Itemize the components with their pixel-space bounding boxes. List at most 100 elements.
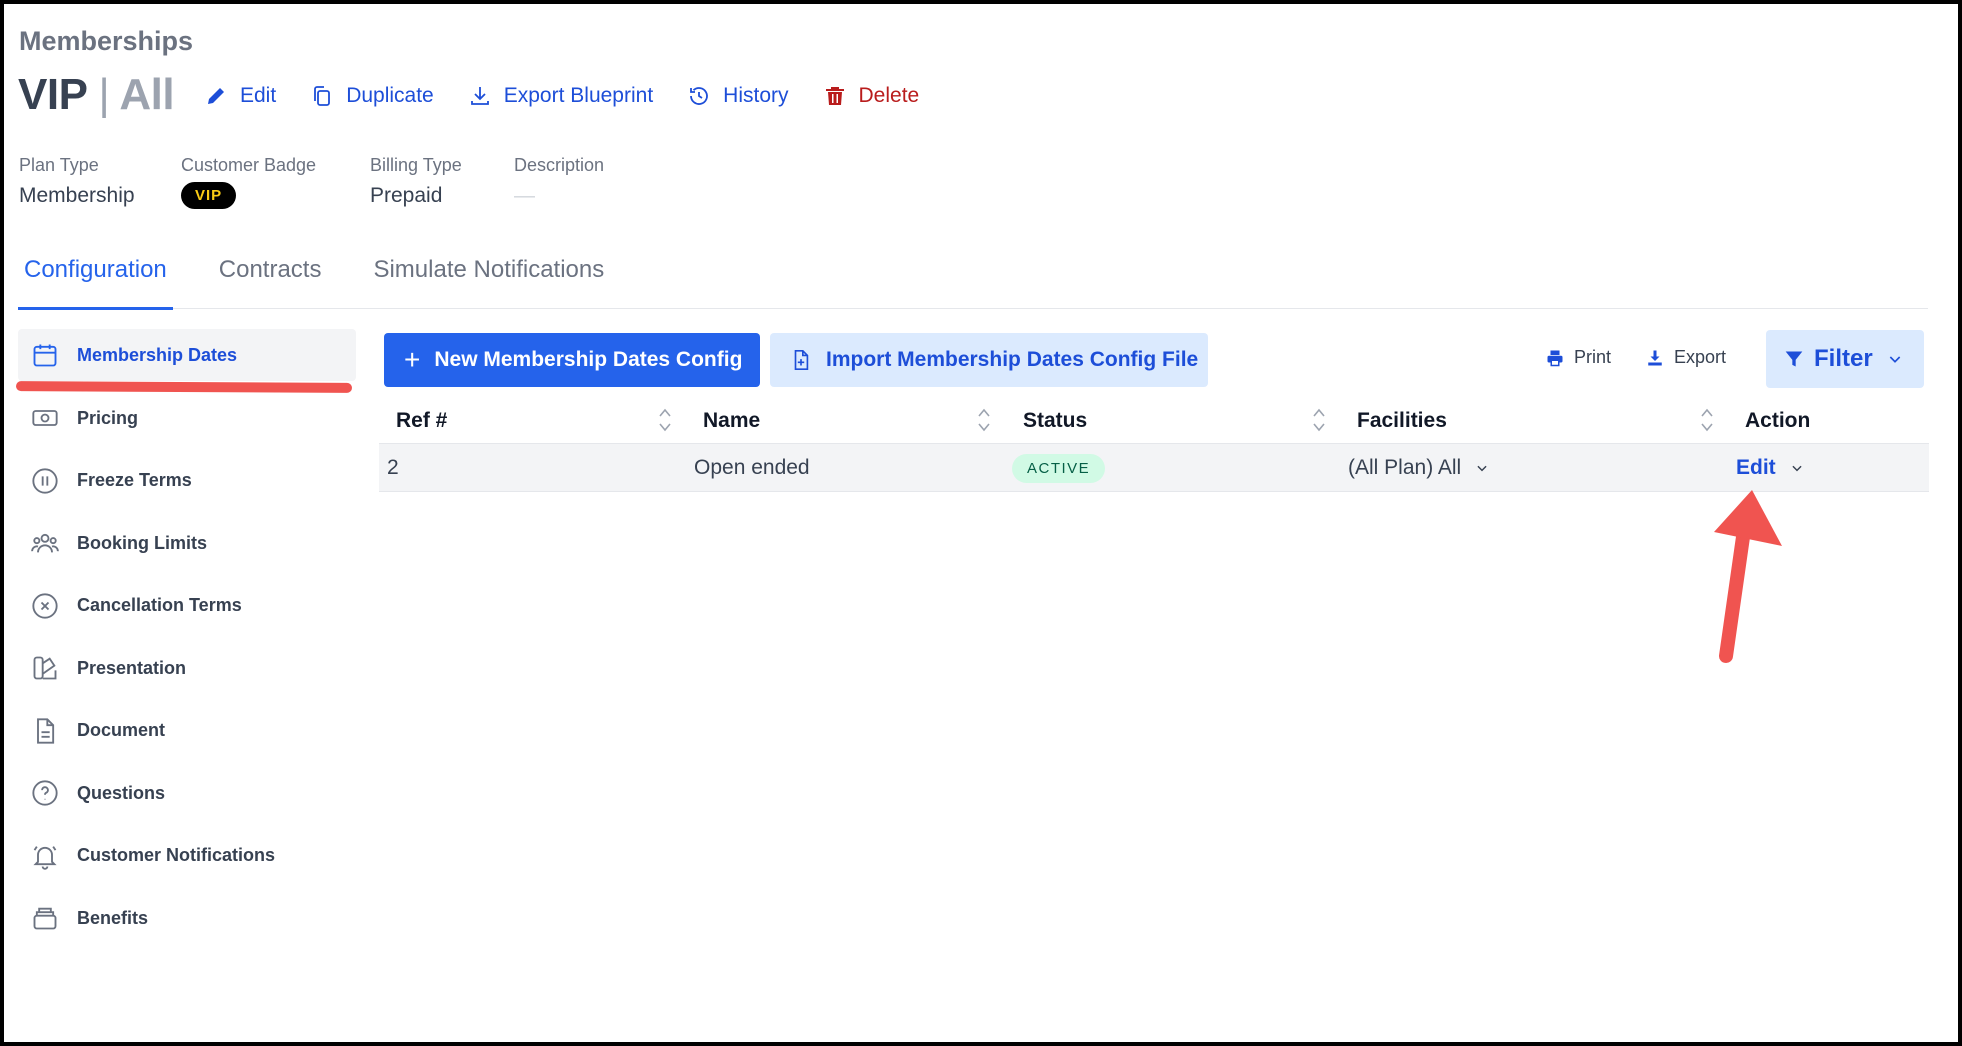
plan-name: VIP xyxy=(18,70,87,119)
filter-label: Filter xyxy=(1814,345,1873,372)
delete-button[interactable]: Delete xyxy=(823,84,920,108)
facilities-value: (All Plan) All xyxy=(1348,456,1462,479)
duplicate-button[interactable]: Duplicate xyxy=(310,84,434,108)
row-edit-button[interactable]: Edit xyxy=(1736,456,1776,479)
sidebar-item-customer-notifications[interactable]: Customer Notifications xyxy=(18,825,356,888)
pause-circle-icon xyxy=(32,468,58,494)
sidebar-item-questions[interactable]: Questions xyxy=(18,762,356,825)
x-circle-icon xyxy=(32,593,58,619)
annotation-arrow xyxy=(1714,490,1782,663)
sidebar-item-label: Membership Dates xyxy=(77,344,238,365)
column-header-name[interactable]: Name xyxy=(703,409,760,433)
trash-icon xyxy=(825,87,844,105)
export-label: Export xyxy=(1674,347,1727,367)
users-icon xyxy=(31,534,59,553)
sidebar-item-booking-limits[interactable]: Booking Limits xyxy=(18,512,356,575)
export-button[interactable]: Export xyxy=(1646,347,1726,368)
history-button[interactable]: History xyxy=(687,84,789,108)
plus-icon: + xyxy=(404,344,421,375)
export-blueprint-button[interactable]: Export Blueprint xyxy=(468,84,653,108)
edit-label: Edit xyxy=(240,84,277,107)
tab-simulate-notifications[interactable]: Simulate Notifications xyxy=(367,252,610,309)
duplicate-label: Duplicate xyxy=(346,84,434,107)
sidebar-item-label: Customer Notifications xyxy=(77,845,276,866)
print-button[interactable]: Print xyxy=(1546,347,1611,368)
column-header-ref[interactable]: Ref # xyxy=(396,409,447,433)
calendar-icon xyxy=(33,344,57,367)
sidebar-item-presentation[interactable]: Presentation xyxy=(18,637,356,700)
sidebar-item-label: Document xyxy=(77,720,166,741)
meta-plan-type: Plan Type Membership xyxy=(19,155,135,208)
description-value: — xyxy=(514,184,535,207)
sort-icon[interactable] xyxy=(976,406,992,434)
file-plus-icon xyxy=(794,350,809,370)
table-row[interactable]: 2 Open ended ACTIVE (All Plan) All Edit xyxy=(379,444,1929,492)
chevron-down-icon xyxy=(1889,356,1900,363)
config-sidebar: Membership Dates Pricing Freeze Terms Bo… xyxy=(18,329,356,950)
copy-icon xyxy=(314,86,331,106)
configs-table: Ref # Name Status Facilities Action 2 Op… xyxy=(379,398,1929,492)
table-header: Ref # Name Status Facilities Action xyxy=(379,398,1929,444)
header-actions: Edit Duplicate Export Blueprint History … xyxy=(204,84,953,108)
print-label: Print xyxy=(1574,347,1612,367)
description-label: Description xyxy=(514,155,605,175)
column-header-facilities[interactable]: Facilities xyxy=(1357,409,1447,433)
sidebar-item-label: Cancellation Terms xyxy=(77,595,242,616)
sidebar-item-benefits[interactable]: Benefits xyxy=(18,887,356,950)
title-separator: | xyxy=(98,70,110,119)
chevron-down-icon[interactable] xyxy=(1790,461,1804,475)
history-label: History xyxy=(723,84,789,107)
cell-ref: 2 xyxy=(387,456,399,479)
import-config-button[interactable]: Import Membership Dates Config File xyxy=(770,333,1208,387)
plan-type-value: Membership xyxy=(19,184,135,207)
vip-badge: VIP xyxy=(181,182,237,209)
status-badge: ACTIVE xyxy=(1012,454,1106,483)
annotation-underline xyxy=(15,381,353,393)
export-icon xyxy=(1648,350,1662,365)
meta-customer-badge: Customer Badge VIP xyxy=(181,155,316,209)
sidebar-item-document[interactable]: Document xyxy=(18,700,356,763)
column-header-status[interactable]: Status xyxy=(1023,409,1087,433)
funnel-icon xyxy=(1785,351,1803,367)
facilities-dropdown[interactable]: (All Plan) All xyxy=(1348,456,1489,480)
sidebar-item-membership-dates[interactable]: Membership Dates xyxy=(18,329,356,381)
column-header-action: Action xyxy=(1745,409,1811,432)
filter-button[interactable]: Filter xyxy=(1766,330,1924,388)
billing-type-label: Billing Type xyxy=(370,155,462,175)
import-config-label: Import Membership Dates Config File xyxy=(826,348,1199,371)
table-toolbar: + New Membership Dates Config Import Mem… xyxy=(384,330,1924,388)
breadcrumb[interactable]: Memberships xyxy=(19,26,193,57)
new-config-button[interactable]: + New Membership Dates Config xyxy=(384,333,760,387)
sidebar-item-freeze-terms[interactable]: Freeze Terms xyxy=(18,450,356,513)
sort-icon[interactable] xyxy=(1311,406,1327,434)
plan-type-label: Plan Type xyxy=(19,155,99,175)
export-blueprint-label: Export Blueprint xyxy=(503,84,654,107)
swatch-icon xyxy=(33,656,57,680)
download-icon xyxy=(470,87,489,105)
row-edit-menu[interactable]: Edit xyxy=(1736,456,1804,480)
tab-configuration[interactable]: Configuration xyxy=(18,252,173,310)
edit-button[interactable]: Edit xyxy=(204,84,276,108)
tab-contracts[interactable]: Contracts xyxy=(213,252,328,309)
sidebar-item-label: Benefits xyxy=(77,907,149,928)
meta-description: Description — xyxy=(514,155,604,208)
sidebar-item-cancellation-terms[interactable]: Cancellation Terms xyxy=(18,575,356,638)
printer-icon xyxy=(1547,350,1563,366)
sidebar-item-label: Pricing xyxy=(77,407,139,428)
cell-name: Open ended xyxy=(694,456,810,479)
sidebar-item-pricing[interactable]: Pricing xyxy=(18,387,356,450)
sidebar-item-label: Questions xyxy=(77,782,166,803)
new-config-label: New Membership Dates Config xyxy=(434,348,743,371)
pencil-icon xyxy=(208,88,224,104)
sort-icon[interactable] xyxy=(1699,406,1715,434)
sort-icon[interactable] xyxy=(657,406,673,434)
bell-icon xyxy=(33,845,57,870)
billing-type-value: Prepaid xyxy=(370,184,443,207)
chevron-down-icon xyxy=(1477,466,1487,472)
document-icon xyxy=(37,718,55,744)
stack-icon xyxy=(33,907,57,930)
delete-label: Delete xyxy=(858,84,920,107)
sidebar-item-label: Freeze Terms xyxy=(77,470,192,491)
app-window: Memberships VIP | All Edit Duplicate Exp… xyxy=(0,0,1962,1046)
plan-scope: All xyxy=(119,70,175,119)
